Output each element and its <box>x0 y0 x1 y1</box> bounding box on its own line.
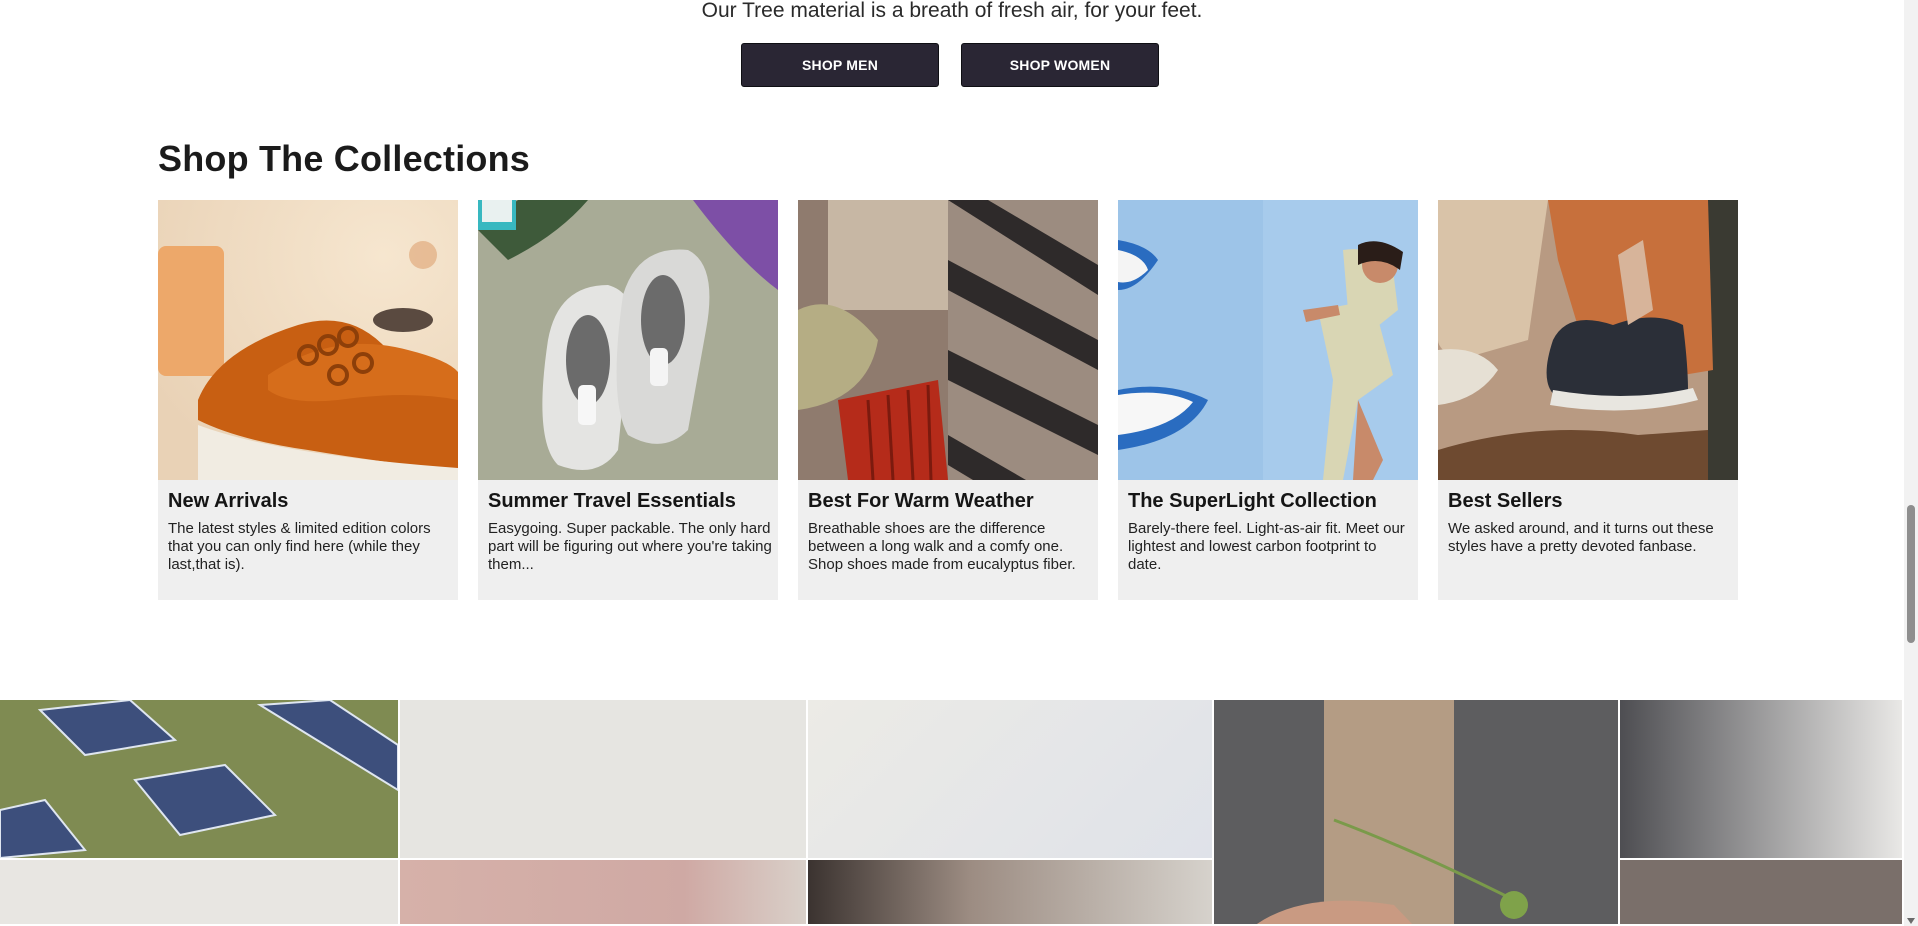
superlight-image[interactable] <box>1118 200 1418 480</box>
card-title[interactable]: New Arrivals <box>168 490 288 513</box>
grid-tile-light <box>0 860 400 926</box>
collection-card-superlight[interactable]: The SuperLight Collection Barely-there f… <box>1118 200 1418 600</box>
card-description: We asked around, and it turns out these … <box>1448 520 1714 555</box>
shop-men-button[interactable]: SHOP MEN <box>741 43 939 87</box>
solar-panels-image <box>0 700 400 860</box>
card-description: Easygoing. Super packable. The only hard… <box>488 520 772 573</box>
scrollbar-thumb[interactable] <box>1907 505 1915 643</box>
grid-tile-hands <box>1620 860 1904 926</box>
shop-women-button[interactable]: SHOP WOMEN <box>961 43 1159 87</box>
collection-card-best-sellers[interactable]: Best Sellers We asked around, and it tur… <box>1438 200 1738 600</box>
best-sellers-image[interactable] <box>1438 200 1738 480</box>
image-grid <box>0 700 1904 926</box>
card-title[interactable]: Best For Warm Weather <box>808 490 1034 513</box>
collection-card-new-arrivals[interactable]: New Arrivals The latest styles & limited… <box>158 200 458 600</box>
page-scrollbar[interactable] <box>1904 0 1918 926</box>
new-arrivals-image[interactable] <box>158 200 458 480</box>
card-title[interactable]: Summer Travel Essentials <box>488 490 736 513</box>
grid-tile-plant <box>1620 700 1904 860</box>
collections-title: Shop The Collections <box>158 138 531 179</box>
card-title[interactable]: Best Sellers <box>1448 490 1563 513</box>
card-description: Barely-there feel. Light-as-air fit. Mee… <box>1128 520 1405 573</box>
hero-tagline: Our Tree material is a breath of fresh a… <box>701 0 1203 22</box>
grid-tile-pink <box>400 860 808 926</box>
card-description: Breathable shoes are the difference betw… <box>808 520 1076 573</box>
grid-tile-hair <box>808 860 1214 926</box>
warm-weather-image[interactable] <box>798 200 1098 480</box>
grid-tile-light <box>808 700 1214 860</box>
scroll-down-icon[interactable] <box>1907 918 1915 924</box>
card-title[interactable]: The SuperLight Collection <box>1128 490 1377 513</box>
collection-card-summer-travel[interactable]: Summer Travel Essentials Easygoing. Supe… <box>478 200 778 600</box>
summer-travel-image[interactable] <box>478 200 778 480</box>
person-with-plant-image <box>1214 700 1620 926</box>
collection-card-warm-weather[interactable]: Best For Warm Weather Breathable shoes a… <box>798 200 1098 600</box>
grid-tile-light <box>400 700 808 860</box>
card-description: The latest styles & limited edition colo… <box>168 520 431 573</box>
